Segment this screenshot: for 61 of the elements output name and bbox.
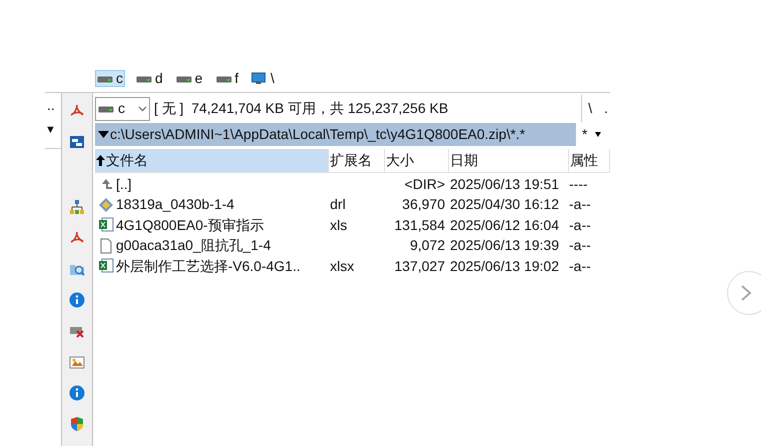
drive-button[interactable]: \ — [249, 70, 276, 87]
file-size: 36,970 — [402, 195, 445, 214]
file-attributes: -a-- — [569, 237, 591, 254]
file-date: 2025/06/13 19:39 — [450, 237, 559, 254]
caret-down-icon — [98, 131, 109, 138]
file-date: 2025/06/13 19:02 — [450, 258, 559, 274]
diamond-file-icon — [98, 196, 114, 213]
file-date: 2025/06/13 19:51 — [450, 176, 559, 192]
drive-button[interactable]: c — [95, 70, 125, 87]
drive-button[interactable]: f — [214, 70, 240, 87]
drive-icon — [98, 104, 114, 112]
info-icon[interactable] — [68, 291, 86, 309]
file-extension: xls — [330, 216, 348, 233]
sort-arrow-icon — [96, 155, 105, 166]
monitor-icon — [251, 72, 268, 85]
column-header[interactable]: 日期 — [449, 149, 569, 172]
column-header[interactable]: 属性 — [569, 149, 610, 172]
file-date: 2025/04/30 16:12 — [450, 196, 559, 212]
file-attributes: ---- — [569, 176, 588, 192]
file-name[interactable]: g00aca31a0_阻抗孔_1-4 — [116, 235, 271, 256]
file-size: 9,072 — [410, 236, 445, 256]
ellipsis-text: .. — [47, 97, 55, 113]
file-attributes: -a-- — [569, 216, 591, 233]
windows-icon[interactable] — [68, 133, 86, 151]
drive-icon — [216, 74, 232, 82]
file-size: <DIR> — [404, 174, 445, 194]
spreadsheet-icon — [98, 217, 114, 234]
toolbar-button[interactable]: \ — [586, 98, 594, 119]
drive-icon — [97, 74, 113, 82]
file-name[interactable]: 外层制作工艺选择-V6.0-4G1.. — [116, 256, 300, 277]
file-extension: xlsx — [330, 258, 354, 274]
drive-info: [ 无 ] 74,241,704 KB 可用，共 125,237,256 KB — [154, 99, 448, 118]
column-header[interactable]: 文件名 — [95, 149, 329, 172]
caret-down-icon — [595, 132, 602, 137]
chevron-right-icon — [740, 284, 752, 302]
column-header[interactable]: 大小 — [385, 149, 449, 172]
file-name[interactable]: 4G1Q800EA0-预审指示 — [116, 214, 264, 236]
drive-button[interactable]: e — [174, 70, 205, 87]
file-size: 137,027 — [394, 256, 445, 276]
toolbar-button[interactable]: . — [602, 98, 610, 119]
spreadsheet-icon — [98, 258, 114, 274]
drive-button[interactable]: d — [134, 70, 165, 87]
file-name[interactable]: 18319a_0430b-1-4 — [116, 194, 234, 216]
chevron-down-icon — [138, 106, 147, 112]
file-name[interactable]: [..] — [116, 174, 132, 195]
filter-dropdown[interactable]: * — [582, 124, 602, 145]
drive-dropdown[interactable]: c — [95, 96, 150, 120]
drive-icon — [176, 74, 192, 82]
column-header[interactable]: 扩展名 — [329, 149, 385, 172]
file-date: 2025/06/12 16:04 — [450, 216, 559, 233]
file-attributes: -a-- — [569, 196, 591, 212]
drive-icon — [136, 74, 152, 82]
network-tree-icon[interactable] — [68, 198, 86, 216]
file-attributes: -a-- — [569, 258, 591, 274]
file-extension: drl — [330, 196, 346, 212]
info-icon[interactable] — [68, 384, 86, 402]
blank-file-icon — [98, 238, 114, 254]
path-bar[interactable]: c:\Users\ADMINI~1\AppData\Local\Temp\_tc\y4G1Q800EA0.zip\*.* — [95, 123, 576, 146]
next-button[interactable] — [727, 271, 761, 315]
file-size: 131,584 — [394, 216, 445, 235]
dropdown-arrow[interactable]: ▼ — [45, 124, 56, 136]
